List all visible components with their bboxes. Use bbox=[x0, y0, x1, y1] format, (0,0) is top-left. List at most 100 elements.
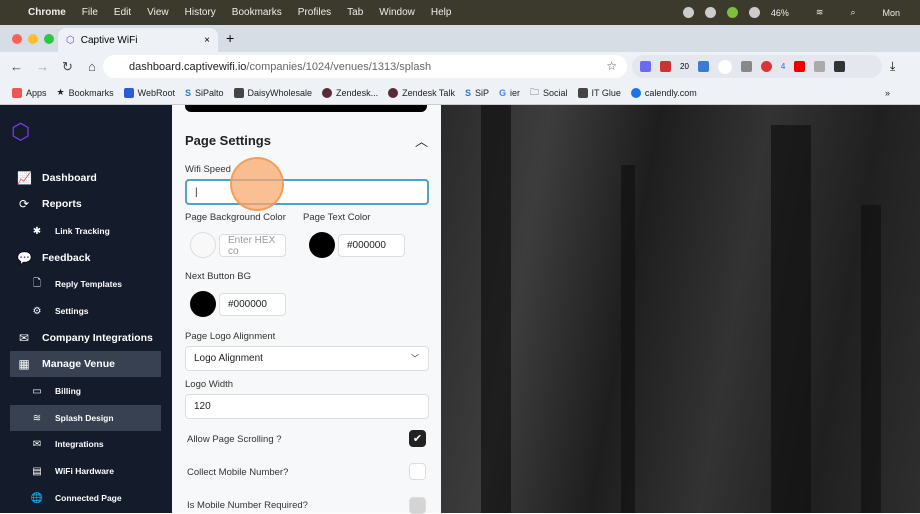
menu-bookmarks[interactable]: Bookmarks bbox=[232, 7, 282, 18]
forward-icon[interactable]: → bbox=[36, 59, 52, 74]
file-icon: 🗋 bbox=[32, 277, 42, 289]
reload-icon[interactable]: ↻ bbox=[62, 59, 78, 75]
extension-icon[interactable] bbox=[760, 61, 772, 72]
extension-icon[interactable] bbox=[697, 61, 709, 72]
zoom-window-button[interactable] bbox=[44, 34, 54, 44]
gear-icon: ⚙ bbox=[32, 305, 42, 317]
hexagon-logo-icon[interactable]: ⬡ bbox=[11, 119, 30, 145]
status-icon[interactable] bbox=[682, 7, 694, 18]
status-icon[interactable] bbox=[748, 7, 760, 18]
extension-icon[interactable] bbox=[660, 61, 671, 72]
logo-alignment-select[interactable]: Logo Alignment ﹀ bbox=[185, 346, 429, 371]
sidebar-item-connected-page[interactable]: 🌐 Connected Page bbox=[10, 485, 161, 511]
chevron-up-icon[interactable]: ︿ bbox=[415, 131, 428, 150]
browser-toolbar: ← → ↻ ⌂ dashboard.captivewifi.io/compani… bbox=[0, 52, 920, 81]
clock: Mon bbox=[882, 7, 900, 18]
puzzle-icon[interactable] bbox=[834, 61, 846, 72]
url-path: /companies/1024/venues/1313/splash bbox=[246, 60, 432, 73]
tab-title: Captive WiFi bbox=[80, 34, 138, 46]
bookmark-google[interactable]: Gier bbox=[499, 88, 520, 98]
menu-chrome[interactable]: Chrome bbox=[28, 7, 66, 18]
extension-badge: 20 bbox=[680, 62, 689, 71]
extension-icon[interactable] bbox=[794, 61, 806, 72]
search-icon[interactable]: ⌕ bbox=[850, 7, 855, 18]
bg-color-swatch[interactable] bbox=[190, 232, 216, 258]
chevron-down-icon: ﹀ bbox=[411, 354, 419, 363]
bookmark-star-icon[interactable]: ☆ bbox=[606, 59, 617, 73]
profile-icon[interactable] bbox=[717, 59, 732, 74]
sidebar-item-billing[interactable]: ▭ Billing bbox=[10, 378, 161, 404]
minimize-window-button[interactable] bbox=[28, 34, 38, 44]
sidebar-item-settings[interactable]: ⚙ Settings bbox=[10, 298, 161, 324]
bg-color-input[interactable]: Enter HEX co bbox=[219, 234, 286, 257]
extension-icon[interactable] bbox=[814, 61, 826, 72]
sidebar-item-dashboard[interactable]: 📈 Dashboard bbox=[10, 165, 161, 191]
allow-scrolling-checkbox[interactable]: ✔ bbox=[409, 430, 426, 447]
sidebar-item-feedback[interactable]: 💬 Feedback bbox=[10, 245, 161, 271]
splash-preview-background bbox=[441, 105, 920, 513]
bg-color-label: Page Background Color bbox=[185, 212, 286, 223]
bookmark-bookmarks[interactable]: ★ Bookmarks bbox=[57, 87, 114, 98]
bookmark-sipalto[interactable]: S SiPalto bbox=[185, 88, 224, 98]
menu-window[interactable]: Window bbox=[379, 7, 415, 18]
refresh-icon: ⟳ bbox=[18, 197, 30, 211]
card-icon: ▭ bbox=[32, 385, 42, 397]
close-tab-icon[interactable]: × bbox=[204, 35, 210, 46]
bookmark-zendesk[interactable]: Zendesk... bbox=[322, 87, 378, 98]
chat-icon: 💬 bbox=[17, 251, 32, 265]
sidebar-item-splash-design[interactable]: ≋ Splash Design bbox=[10, 405, 161, 431]
sidebar-item-company-integrations[interactable]: ✉ Company Integrations bbox=[10, 325, 161, 351]
mobile-required-label: Is Mobile Number Required? bbox=[187, 500, 308, 511]
logo-alignment-label: Page Logo Alignment bbox=[185, 331, 276, 342]
new-tab-button[interactable]: + bbox=[226, 30, 234, 46]
preview-button-bar bbox=[185, 105, 427, 112]
address-bar[interactable]: dashboard.captivewifi.io/companies/1024/… bbox=[103, 55, 627, 78]
bookmark-zendesk-talk[interactable]: Zendesk Talk bbox=[388, 87, 455, 98]
tab-bar: ⬡ Captive WiFi × + bbox=[0, 25, 920, 52]
bookmark-social[interactable]: 🗀 Social bbox=[530, 85, 568, 101]
wifi-icon: ≋ bbox=[32, 412, 42, 424]
next-button-color-input[interactable]: #000000 bbox=[219, 293, 286, 316]
extension-icon[interactable] bbox=[640, 61, 651, 72]
home-icon[interactable]: ⌂ bbox=[88, 59, 104, 74]
back-icon[interactable]: ← bbox=[10, 59, 26, 74]
bookmark-sip[interactable]: S SiP bbox=[465, 88, 489, 98]
menu-view[interactable]: View bbox=[147, 7, 169, 18]
wifi-icon[interactable]: ≋ bbox=[816, 7, 824, 18]
status-icon[interactable] bbox=[726, 7, 738, 18]
sidebar-item-reply-templates[interactable]: 🗋 Reply Templates bbox=[10, 271, 161, 297]
bookmark-itglue[interactable]: IT Glue bbox=[577, 87, 621, 98]
logo-width-input[interactable]: 120 bbox=[185, 394, 429, 419]
menu-edit[interactable]: Edit bbox=[114, 7, 131, 18]
status-icon[interactable] bbox=[704, 7, 716, 18]
allow-scrolling-label: Allow Page Scrolling ? bbox=[187, 434, 282, 445]
sidebar-item-reports[interactable]: ⟳ Reports bbox=[10, 191, 161, 217]
battery-percent: 46% bbox=[770, 7, 789, 18]
sidebar-item-manage-venue[interactable]: ▦ Manage Venue bbox=[10, 351, 161, 377]
bookmark-webroot[interactable]: WebRoot bbox=[123, 87, 175, 98]
bookmark-calendly[interactable]: calendly.com bbox=[630, 87, 697, 98]
text-color-swatch[interactable] bbox=[309, 232, 335, 258]
bookmark-apps[interactable]: Apps bbox=[12, 87, 47, 98]
menu-help[interactable]: Help bbox=[431, 7, 452, 18]
wifi-speed-input[interactable]: | bbox=[185, 179, 429, 205]
menu-file[interactable]: File bbox=[82, 7, 98, 18]
menu-profiles[interactable]: Profiles bbox=[298, 7, 331, 18]
tab-captive-wifi[interactable]: ⬡ Captive WiFi × bbox=[58, 28, 218, 52]
more-bookmarks-icon[interactable]: » bbox=[885, 88, 890, 98]
menu-tab[interactable]: Tab bbox=[347, 7, 363, 18]
download-icon[interactable]: ⤓ bbox=[890, 59, 895, 74]
sidebar-item-integrations[interactable]: ✉ Integrations bbox=[10, 431, 161, 457]
text-color-input[interactable]: #000000 bbox=[338, 234, 405, 257]
menu-history[interactable]: History bbox=[185, 7, 216, 18]
next-button-color-swatch[interactable] bbox=[190, 291, 216, 317]
close-window-button[interactable] bbox=[12, 34, 22, 44]
mobile-required-checkbox[interactable] bbox=[409, 497, 426, 514]
sidebar-item-wifi-hardware[interactable]: ▤ WiFi Hardware bbox=[10, 458, 161, 484]
extension-icon[interactable] bbox=[740, 61, 752, 72]
click-indicator bbox=[230, 157, 284, 211]
bookmark-daisy[interactable]: DaisyWholesale bbox=[233, 87, 312, 98]
collect-mobile-checkbox[interactable] bbox=[409, 463, 426, 480]
page-settings-panel: Page Settings ︿ Wifi Speed | Page Backgr… bbox=[172, 105, 441, 514]
sidebar-item-link-tracking[interactable]: ✱ Link Tracking bbox=[10, 218, 161, 244]
